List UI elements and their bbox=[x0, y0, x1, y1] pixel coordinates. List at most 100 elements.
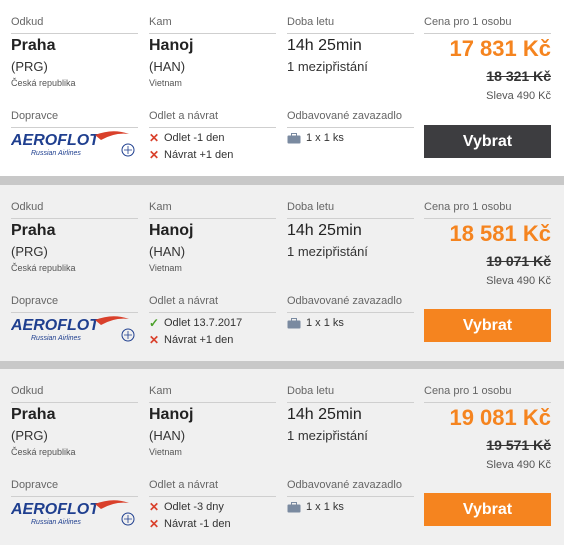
aeroflot-logo: AEROFLOT Russian Airlines bbox=[10, 497, 141, 536]
check-icon: ✓ bbox=[149, 316, 160, 330]
cross-icon: ✕ bbox=[149, 333, 160, 347]
to-label: Kam bbox=[149, 385, 172, 397]
svg-text:AEROFLOT: AEROFLOT bbox=[11, 501, 100, 518]
svg-text:Russian Airlines: Russian Airlines bbox=[31, 519, 81, 526]
wing-icon bbox=[95, 131, 129, 140]
destination-city: Hanoj bbox=[149, 37, 194, 54]
divider bbox=[11, 33, 138, 34]
emblem-cross bbox=[124, 331, 132, 339]
origin-city: Praha bbox=[11, 222, 56, 239]
to-label: Kam bbox=[149, 201, 172, 213]
emblem-cross bbox=[124, 515, 132, 523]
return-text: Návrat +1 den bbox=[164, 149, 234, 161]
discount-amount: Sleva 490 Kč bbox=[486, 90, 551, 102]
duration-label: Doba letu bbox=[287, 201, 335, 213]
cross-icon: ✕ bbox=[149, 131, 160, 145]
destination-city: Hanoj bbox=[149, 222, 194, 239]
emblem-cross bbox=[124, 146, 132, 154]
select-flight-button[interactable]: Vybrat bbox=[424, 125, 551, 158]
destination-country: Vietnam bbox=[149, 263, 182, 273]
aeroflot-logo: AEROFLOT Russian Airlines bbox=[10, 313, 141, 352]
return-text: Návrat -1 den bbox=[164, 518, 231, 530]
departure-info: ✕ Odlet -1 den bbox=[149, 131, 225, 145]
price-label: Cena pro 1 osobu bbox=[424, 385, 512, 397]
origin-code: (PRG) bbox=[11, 244, 48, 259]
origin-country: Česká republika bbox=[11, 447, 76, 457]
destination-country: Vietnam bbox=[149, 447, 182, 457]
stops-count: 1 mezipřistání bbox=[287, 244, 368, 259]
divider bbox=[149, 402, 276, 403]
from-label: Odkud bbox=[11, 16, 44, 28]
suitcase-icon bbox=[287, 132, 301, 143]
departure-info: ✕ Odlet -3 dny bbox=[149, 500, 224, 514]
svg-text:AEROFLOT: AEROFLOT bbox=[11, 317, 100, 334]
flight-card: Odkud Kam Doba letu Cena pro 1 osobu Pra… bbox=[0, 185, 564, 361]
original-price: 18 321 Kč bbox=[486, 68, 551, 84]
divider bbox=[287, 127, 414, 128]
divider bbox=[287, 33, 414, 34]
return-text: Návrat +1 den bbox=[164, 334, 234, 346]
destination-code: (HAN) bbox=[149, 59, 186, 74]
price-label: Cena pro 1 osobu bbox=[424, 16, 512, 28]
origin-city: Praha bbox=[11, 37, 56, 54]
origin-country: Česká republika bbox=[11, 263, 76, 273]
dates-label: Odlet a návrat bbox=[149, 110, 219, 122]
baggage-count: 1 x 1 ks bbox=[306, 501, 344, 513]
flight-duration: 14h 25min bbox=[287, 406, 362, 423]
divider bbox=[287, 402, 414, 403]
current-price: 18 581 Kč bbox=[449, 221, 551, 246]
from-label: Odkud bbox=[11, 201, 44, 213]
origin-country: Česká republika bbox=[11, 78, 76, 88]
baggage-label: Odbavované zavazadlo bbox=[287, 295, 402, 307]
svg-text:Russian Airlines: Russian Airlines bbox=[31, 150, 81, 157]
divider bbox=[287, 218, 414, 219]
flight-duration: 14h 25min bbox=[287, 37, 362, 54]
baggage-count: 1 x 1 ks bbox=[306, 317, 344, 329]
suitcase-icon bbox=[287, 501, 301, 512]
svg-text:AEROFLOT: AEROFLOT bbox=[11, 132, 100, 149]
flight-card: Odkud Kam Doba letu Cena pro 1 osobu Pra… bbox=[0, 0, 564, 176]
departure-text: Odlet 13.7.2017 bbox=[164, 317, 243, 329]
dates-label: Odlet a návrat bbox=[149, 479, 219, 491]
divider bbox=[149, 127, 276, 128]
divider bbox=[424, 402, 551, 403]
from-label: Odkud bbox=[11, 385, 44, 397]
wing-icon bbox=[95, 316, 129, 325]
divider bbox=[424, 218, 551, 219]
origin-city: Praha bbox=[11, 406, 56, 423]
cross-icon: ✕ bbox=[149, 500, 160, 514]
return-info: ✕ Návrat +1 den bbox=[149, 148, 233, 162]
baggage-count: 1 x 1 ks bbox=[306, 132, 344, 144]
wing-icon bbox=[95, 500, 129, 509]
aeroflot-logo: AEROFLOT Russian Airlines bbox=[10, 128, 141, 167]
current-price: 19 081 Kč bbox=[449, 405, 551, 430]
divider bbox=[287, 496, 414, 497]
destination-code: (HAN) bbox=[149, 244, 186, 259]
to-label: Kam bbox=[149, 16, 172, 28]
svg-text:Russian Airlines: Russian Airlines bbox=[31, 335, 81, 342]
duration-label: Doba letu bbox=[287, 385, 335, 397]
baggage-label: Odbavované zavazadlo bbox=[287, 110, 402, 122]
baggage-info: 1 x 1 ks bbox=[287, 501, 344, 513]
flight-duration: 14h 25min bbox=[287, 222, 362, 239]
flight-card: Odkud Kam Doba letu Cena pro 1 osobu Pra… bbox=[0, 369, 564, 545]
select-flight-button[interactable]: Vybrat bbox=[424, 493, 551, 526]
current-price: 17 831 Kč bbox=[449, 36, 551, 61]
carrier-label: Dopravce bbox=[11, 479, 59, 491]
duration-label: Doba letu bbox=[287, 16, 335, 28]
discount-amount: Sleva 490 Kč bbox=[486, 459, 551, 471]
divider bbox=[11, 218, 138, 219]
departure-info: ✓ Odlet 13.7.2017 bbox=[149, 316, 242, 330]
origin-code: (PRG) bbox=[11, 59, 48, 74]
cross-icon: ✕ bbox=[149, 148, 160, 162]
baggage-info: 1 x 1 ks bbox=[287, 317, 344, 329]
origin-code: (PRG) bbox=[11, 428, 48, 443]
divider bbox=[149, 496, 276, 497]
divider bbox=[11, 402, 138, 403]
return-info: ✕ Návrat +1 den bbox=[149, 333, 233, 347]
dates-label: Odlet a návrat bbox=[149, 295, 219, 307]
price-label: Cena pro 1 osobu bbox=[424, 201, 512, 213]
original-price: 19 071 Kč bbox=[486, 253, 551, 269]
select-flight-button[interactable]: Vybrat bbox=[424, 309, 551, 342]
divider bbox=[149, 33, 276, 34]
